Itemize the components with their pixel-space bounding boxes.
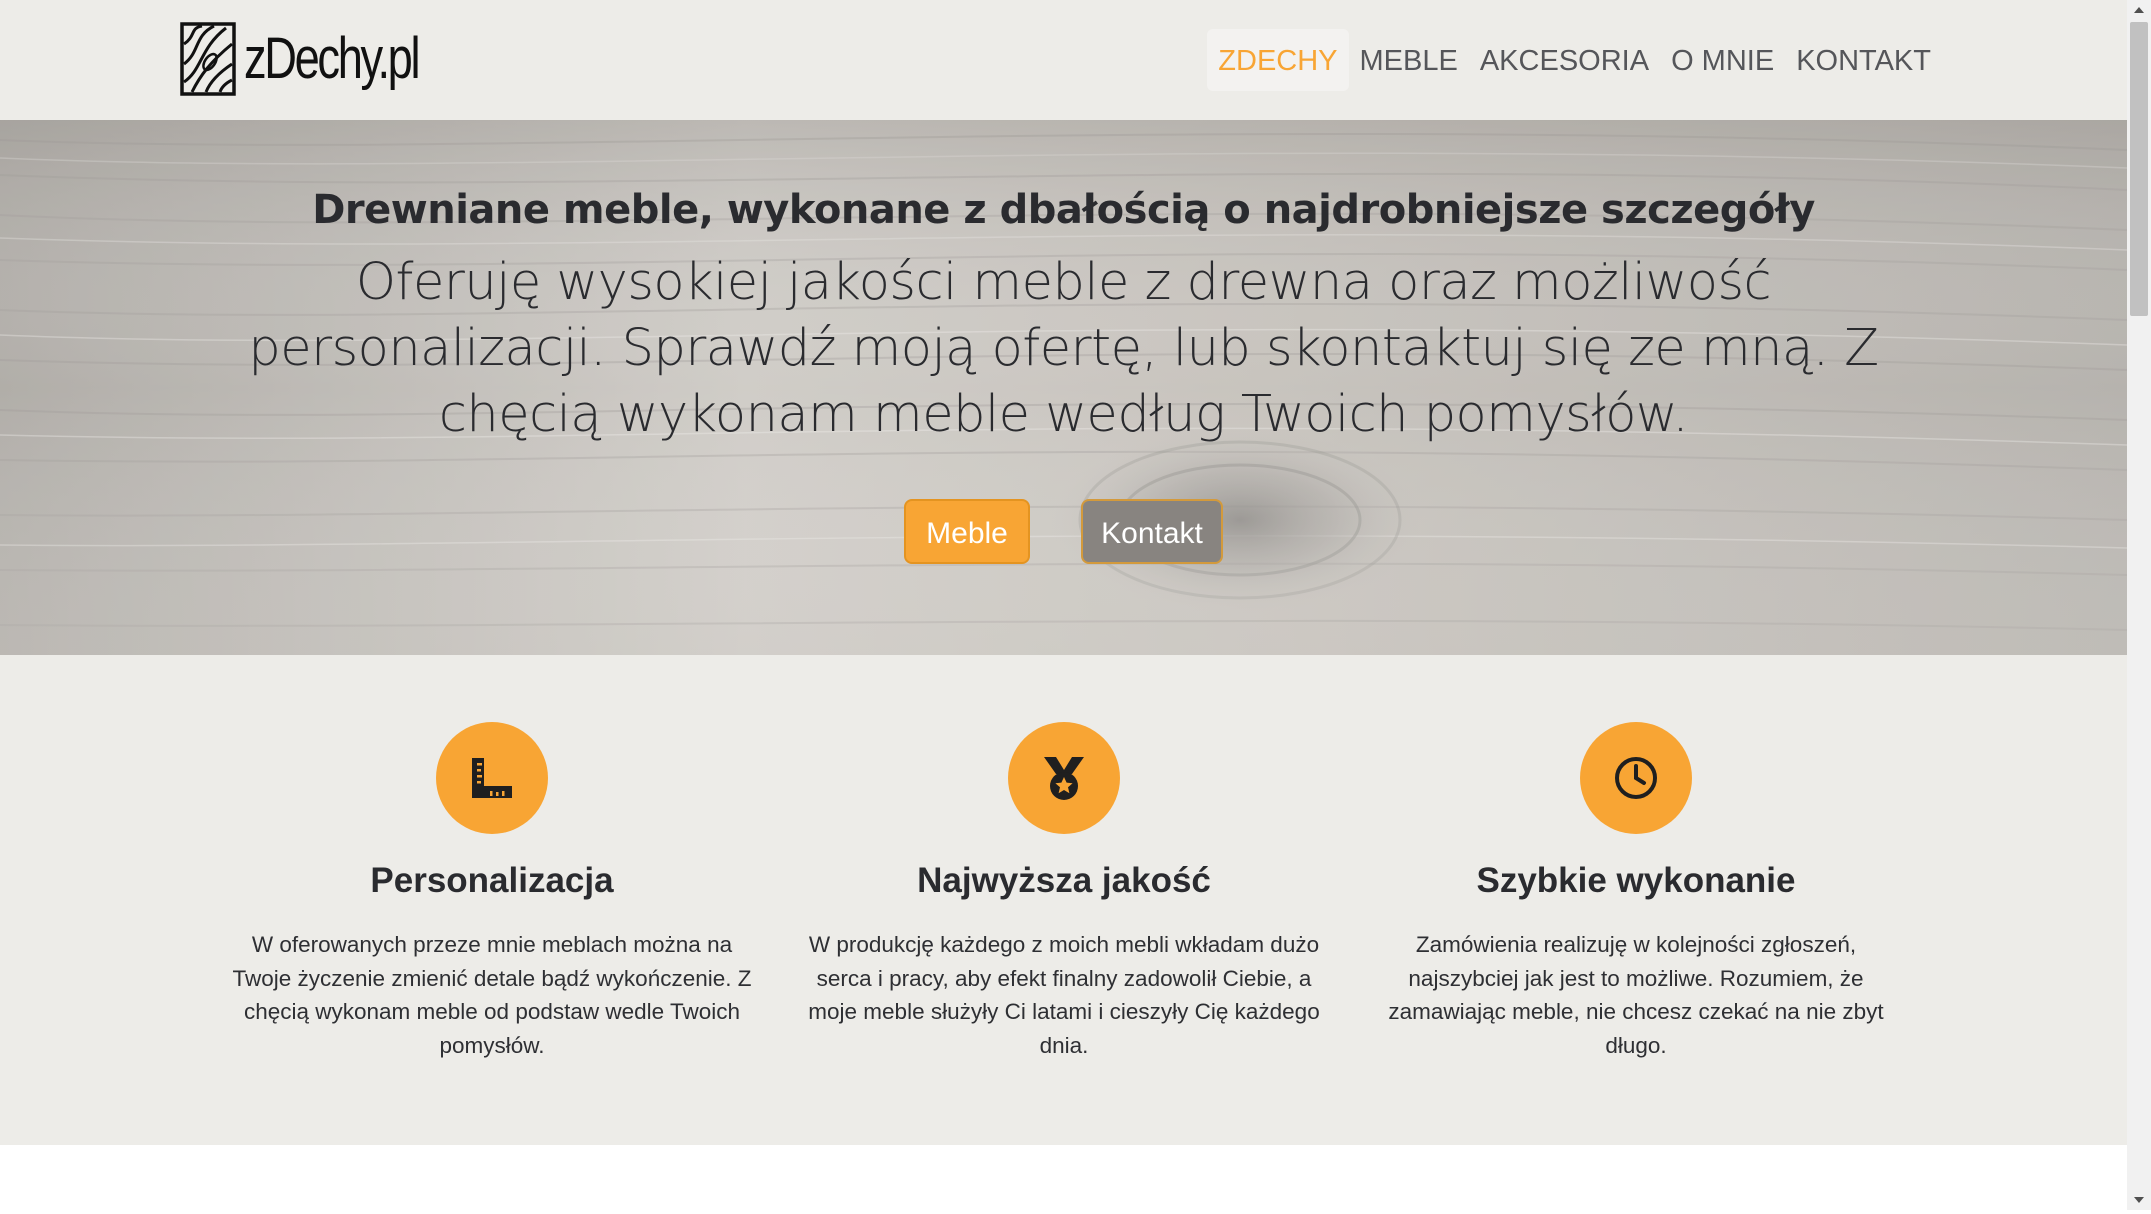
ruler-combined-icon [472, 758, 512, 798]
feature-title: Szybkie wykonanie [1476, 861, 1796, 900]
hero-section: Drewniane meble, wykonane z dbałością o … [0, 120, 2127, 655]
feature-title: Najwyższa jakość [917, 861, 1211, 900]
feature-text: Zamówienia realizuję w kolejności zgłosz… [1388, 932, 1884, 1058]
nav-item-akcesoria[interactable]: AKCESORIA [1469, 29, 1660, 91]
scroll-down-arrow-icon[interactable] [2127, 1190, 2151, 1210]
nav-item-zdechy[interactable]: ZDECHY [1207, 29, 1349, 91]
hero-title: Drewniane meble, wykonane z dbałością o … [312, 187, 1815, 233]
kontakt-button[interactable]: Kontakt [1081, 499, 1223, 564]
features-section: Personalizacja W oferowanych przeze mnie… [0, 655, 2127, 1145]
feature-title: Personalizacja [370, 861, 614, 900]
feature-speed: Szybkie wykonanie Zamówienia realizuję w… [1356, 722, 1916, 1062]
next-section [0, 1145, 2127, 1210]
wood-grain-logo-icon [180, 22, 236, 96]
clock-icon [1615, 757, 1657, 799]
feature-icon-circle [1580, 722, 1692, 834]
navbar: zDechy.pl ZDECHY MEBLE AKCESORIA O MNIE … [0, 0, 2127, 120]
brand-name: zDechy.pl [244, 26, 421, 91]
scrollbar-thumb[interactable] [2130, 22, 2148, 316]
nav-item-kontakt[interactable]: KONTAKT [1785, 29, 1942, 91]
nav-item-meble[interactable]: MEBLE [1349, 29, 1469, 91]
feature-icon-circle [436, 722, 548, 834]
hero-lead: Oferuję wysokiej jakości meble z drewna … [248, 253, 1879, 444]
scroll-up-arrow-icon[interactable] [2127, 0, 2151, 20]
feature-quality: Najwyższa jakość W produkcję każdego z m… [784, 722, 1344, 1062]
feature-personalization: Personalizacja W oferowanych przeze mnie… [212, 722, 772, 1062]
feature-text: W produkcję każdego z moich mebli wkłada… [808, 932, 1320, 1058]
brand-logo[interactable]: zDechy.pl [180, 22, 467, 96]
page: zDechy.pl ZDECHY MEBLE AKCESORIA O MNIE … [0, 0, 2127, 1210]
feature-icon-circle [1008, 722, 1120, 834]
feature-text: W oferowanych przeze mnie meblach można … [232, 932, 752, 1058]
nav-item-o-mnie[interactable]: O MNIE [1660, 29, 1785, 91]
meble-button[interactable]: Meble [904, 499, 1030, 564]
medal-icon [1044, 757, 1084, 800]
main-nav: ZDECHY MEBLE AKCESORIA O MNIE KONTAKT [1207, 29, 1942, 91]
hero-content: Drewniane meble, wykonane z dbałością o … [0, 120, 2127, 655]
vertical-scrollbar[interactable] [2127, 0, 2151, 1210]
